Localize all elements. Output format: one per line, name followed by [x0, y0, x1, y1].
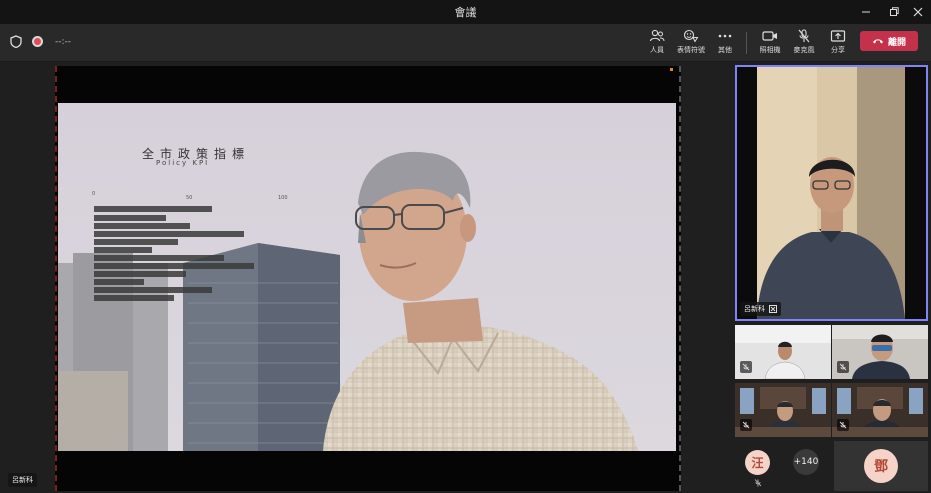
- mic-off-icon: [837, 361, 849, 373]
- minimize-icon: [862, 11, 870, 13]
- main-tile-name: 呂新科: [744, 305, 765, 313]
- recording-icon: [32, 36, 43, 47]
- kpi-bar: [94, 271, 186, 277]
- pin-icon[interactable]: [769, 305, 777, 313]
- mic-button[interactable]: 麥克風: [788, 28, 820, 58]
- avatar[interactable]: 汪: [745, 450, 770, 475]
- avatar: 鄧: [864, 449, 898, 483]
- participant-main-tile[interactable]: 呂新科: [735, 65, 928, 321]
- maximize-button[interactable]: [881, 0, 907, 24]
- overflow-participants-button[interactable]: +140: [793, 449, 819, 475]
- more-button[interactable]: 其他: [709, 28, 741, 58]
- main-tile-name-chip: 呂新科: [740, 302, 781, 316]
- share-label: 分享: [831, 46, 845, 54]
- people-button[interactable]: 人員: [641, 28, 673, 58]
- close-icon: [913, 7, 923, 17]
- share-icon: [830, 30, 846, 42]
- participant-tile[interactable]: [735, 383, 831, 437]
- kpi-bar: [94, 239, 178, 245]
- video-subtitle: Policy KPI: [156, 159, 210, 167]
- presenter-name: 呂新科: [8, 473, 37, 487]
- mic-label: 麥克風: [793, 46, 815, 54]
- mic-off-icon: [740, 419, 752, 431]
- mic-off-icon: [837, 419, 849, 431]
- participant-tile[interactable]: [832, 325, 928, 379]
- emoji-button[interactable]: 表情符號: [675, 28, 707, 58]
- mic-off-icon: [740, 361, 752, 373]
- meeting-timer: --:--: [55, 36, 72, 47]
- scale-label: 100: [278, 195, 288, 201]
- kpi-bar: [94, 263, 254, 269]
- kpi-bar: [94, 206, 212, 212]
- kpi-bar: [94, 295, 174, 301]
- camera-label: 照相機: [759, 46, 781, 54]
- emoji-label: 表情符號: [677, 46, 705, 54]
- title-bar: 會議: [0, 0, 931, 24]
- camera-button[interactable]: 照相機: [754, 28, 786, 58]
- camera-icon: [762, 31, 777, 41]
- minimize-button[interactable]: [853, 0, 879, 24]
- kpi-bar: [94, 279, 144, 285]
- participant-video: [737, 67, 926, 319]
- kpi-bar: [94, 247, 152, 253]
- people-label: 人員: [650, 46, 664, 54]
- emoji-icon: [683, 29, 699, 43]
- mic-off-icon: [798, 29, 810, 43]
- kpi-bar: [94, 287, 212, 293]
- leave-label: 離開: [887, 37, 906, 48]
- share-button[interactable]: 分享: [822, 28, 854, 58]
- meeting-toolbar: --:-- 人員 表情符號 其他 照相機 麥克風 分享: [0, 24, 931, 62]
- participant-tile[interactable]: [832, 383, 928, 437]
- people-icon: [649, 29, 665, 42]
- leave-button[interactable]: 離開: [860, 31, 918, 51]
- kpi-bar: [94, 255, 224, 261]
- shared-video-frame: 全市政策指標 Policy KPI 0 50 100: [58, 103, 676, 451]
- kpi-bar: [94, 215, 166, 221]
- kpi-bar: [94, 231, 244, 237]
- scale-label: 0: [92, 191, 96, 197]
- scale-label: 50: [186, 195, 193, 201]
- phone-hangup-icon: [872, 39, 883, 44]
- participant-tile[interactable]: [735, 325, 831, 379]
- share-indicator: [670, 68, 673, 71]
- close-button[interactable]: [905, 0, 931, 24]
- mic-off-icon: [754, 479, 762, 487]
- kpi-bar: [94, 223, 190, 229]
- restore-icon: [890, 7, 899, 16]
- more-icon: [718, 34, 732, 38]
- more-label: 其他: [718, 46, 732, 54]
- shield-icon[interactable]: [10, 35, 22, 48]
- toolbar-divider: [746, 32, 747, 54]
- window-title: 會議: [454, 6, 477, 19]
